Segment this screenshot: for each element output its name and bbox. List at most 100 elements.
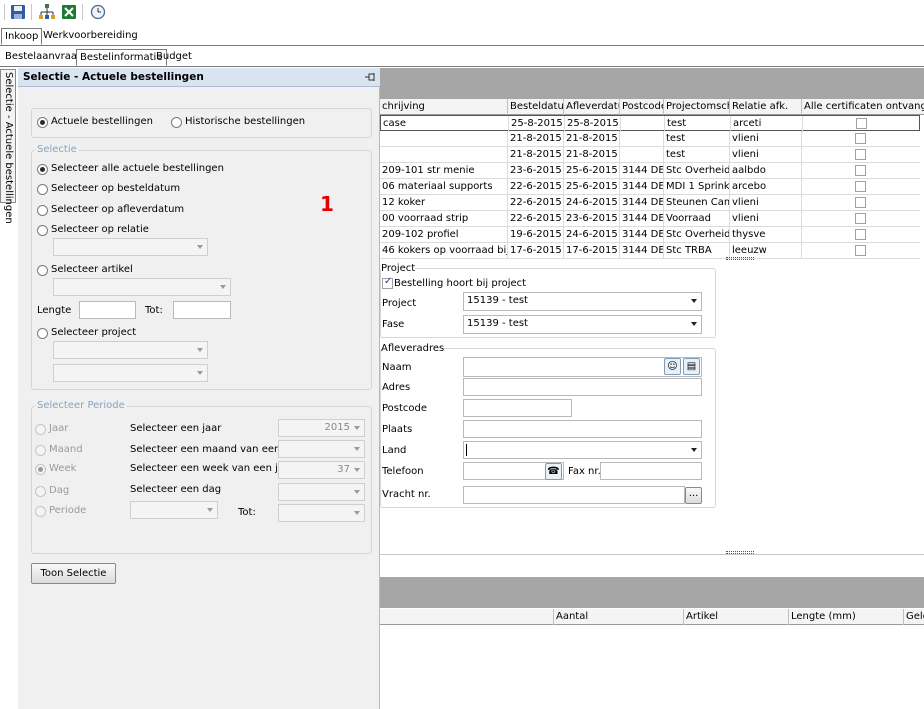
year-select[interactable]: 2015 — [278, 419, 365, 437]
clock-icon[interactable] — [89, 3, 107, 21]
toolbar — [0, 0, 924, 26]
tab-bestelaanvraag[interactable]: Bestelaanvraag — [2, 49, 86, 66]
radio-month[interactable] — [35, 445, 46, 456]
belongs-to-project-checkbox[interactable] — [382, 276, 393, 289]
phase-filter-select[interactable] — [53, 364, 208, 382]
cell-project: test — [664, 147, 730, 163]
contacts-icon[interactable]: ☺ — [664, 358, 681, 375]
radio-week[interactable] — [35, 464, 46, 475]
show-selection-button[interactable]: Toon Selectie — [31, 563, 116, 584]
certificates-checkbox[interactable] — [855, 245, 866, 256]
phase-select[interactable]: 15139 - test — [463, 315, 702, 334]
radio-by-orderdate[interactable] — [37, 184, 48, 195]
lines-grid-header: Aantal Artikel Lengte (mm) Gele — [380, 609, 924, 625]
period-to-select[interactable] — [278, 504, 365, 522]
tab-inkoop[interactable]: Inkoop — [1, 28, 43, 45]
length-to-field[interactable] — [173, 301, 231, 319]
toolbar-separator — [4, 4, 5, 20]
month-label: Maand — [49, 444, 83, 455]
column-header[interactable]: chrijving — [380, 99, 508, 115]
article-select[interactable] — [53, 278, 231, 296]
freight-browse-button[interactable]: ... — [685, 487, 702, 504]
tab-budget[interactable]: Budget — [153, 49, 195, 66]
table-row[interactable]: 209-101 str menie 23-6-2015 25-6-2015 31… — [380, 163, 920, 179]
table-row[interactable]: 06 materiaal supports 22-6-2015 25-6-201… — [380, 179, 920, 195]
column-header[interactable]: Afleverdatum — [564, 99, 620, 115]
address-label: Adres — [382, 382, 411, 393]
certificates-checkbox[interactable] — [855, 165, 866, 176]
fax-field[interactable] — [600, 462, 702, 480]
table-row[interactable]: 46 kokers op voorraad bij v leeuwen 17-6… — [380, 243, 920, 259]
radio-current-orders[interactable] — [37, 117, 48, 128]
cell-description: case — [381, 116, 509, 132]
project-filter-select[interactable] — [53, 341, 208, 359]
city-field[interactable] — [463, 420, 702, 438]
year-label: Jaar — [49, 423, 69, 434]
postcode-field[interactable] — [463, 399, 572, 417]
tree-structure-icon[interactable] — [38, 3, 56, 21]
cell-relation: vlieni — [730, 131, 802, 147]
cell-relation: vlieni — [730, 147, 802, 163]
radio-by-project[interactable] — [37, 328, 48, 339]
relation-select[interactable] — [53, 238, 208, 256]
chevron-down-icon — [691, 299, 697, 303]
country-select[interactable] — [463, 441, 702, 459]
pin-icon[interactable] — [364, 71, 376, 83]
table-row[interactable]: 00 voorraad strip 22-6-2015 23-6-2015 31… — [380, 211, 920, 227]
splitter-grip[interactable] — [726, 257, 754, 260]
period-from-select[interactable] — [130, 501, 218, 519]
table-row[interactable]: 209-102 profiel 19-6-2015 24-6-2015 3144… — [380, 227, 920, 243]
week-select[interactable]: 37 — [278, 461, 365, 479]
certificates-checkbox[interactable] — [855, 197, 866, 208]
certificates-checkbox[interactable] — [855, 213, 866, 224]
certificates-checkbox[interactable] — [856, 118, 867, 129]
radio-all-current[interactable] — [37, 164, 48, 175]
column-header[interactable]: Projectomschrijving — [664, 99, 730, 115]
side-tab-selection[interactable]: Selectie - Actuele bestellingen — [0, 69, 16, 224]
radio-period[interactable] — [35, 506, 46, 517]
table-row[interactable]: 21-8-2015 21-8-2015 test vlieni — [380, 147, 920, 163]
splitter-grip[interactable] — [726, 551, 754, 554]
project-select[interactable]: 15139 - test — [463, 292, 702, 311]
tab-werkvoorbereiding[interactable]: Werkvoorbereiding — [40, 28, 141, 45]
column-header[interactable]: Artikel — [684, 609, 789, 625]
column-header[interactable]: Lengte (mm) — [789, 609, 904, 625]
certificates-checkbox[interactable] — [855, 133, 866, 144]
radio-by-deliverydate[interactable] — [37, 205, 48, 216]
cell-deliverydate: 24-6-2015 — [564, 195, 620, 211]
radio-year[interactable] — [35, 424, 46, 435]
certificates-checkbox[interactable] — [855, 181, 866, 192]
address-book-icon[interactable]: ▤ — [683, 358, 700, 375]
excel-icon[interactable] — [60, 3, 78, 21]
column-header[interactable]: Postcode — [620, 99, 664, 115]
radio-by-relation[interactable] — [37, 225, 48, 236]
certificates-checkbox[interactable] — [855, 229, 866, 240]
chevron-down-icon — [220, 285, 226, 289]
address-field[interactable] — [463, 378, 702, 396]
day-select[interactable] — [278, 483, 365, 501]
cell-relation: vlieni — [730, 195, 802, 211]
column-header[interactable]: Relatie afk. — [730, 99, 802, 115]
column-header[interactable]: Gele — [904, 609, 924, 625]
select-year-label: Selecteer een jaar — [130, 423, 222, 434]
radio-day[interactable] — [35, 486, 46, 497]
table-row[interactable]: 21-8-2015 21-8-2015 test vlieni — [380, 131, 920, 147]
phone-icon[interactable]: ☎ — [545, 463, 562, 480]
column-header[interactable]: Besteldatum — [508, 99, 564, 115]
length-from-field[interactable] — [79, 301, 136, 319]
save-icon[interactable] — [9, 3, 27, 21]
certificates-checkbox[interactable] — [855, 149, 866, 160]
cell-postcode: 3144 DE — [620, 179, 664, 195]
freight-field[interactable] — [463, 486, 685, 504]
month-select[interactable] — [278, 440, 365, 458]
cell-deliverydate: 21-8-2015 — [564, 131, 620, 147]
column-header[interactable]: Aantal — [554, 609, 684, 625]
radio-historic-orders[interactable] — [171, 117, 182, 128]
radio-by-article[interactable] — [37, 265, 48, 276]
select-week-label: Selecteer een week van een jaar — [130, 463, 295, 474]
column-header[interactable] — [380, 609, 554, 625]
table-row[interactable]: case 25-8-2015 25-8-2015 test arceti — [380, 115, 920, 132]
table-row[interactable]: 12 koker 22-6-2015 24-6-2015 3144 DE Ste… — [380, 195, 920, 211]
selection-group-title: Selectie — [35, 144, 79, 155]
column-header[interactable]: Alle certificaten ontvangen — [802, 99, 924, 115]
